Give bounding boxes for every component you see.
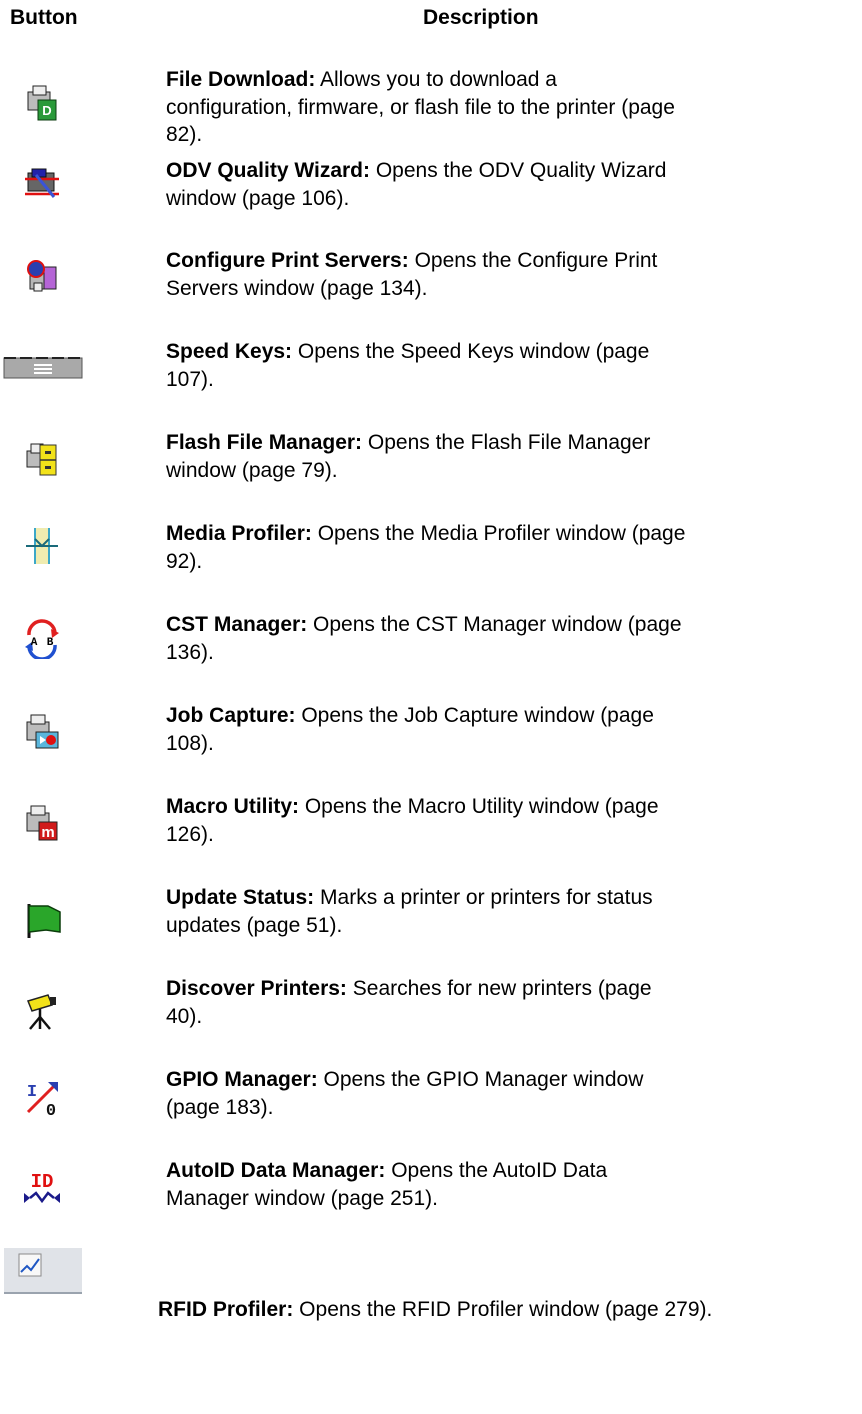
row-title: GPIO Manager:: [166, 1068, 318, 1091]
svg-text:I: I: [27, 1083, 37, 1102]
row-description: Job Capture: Opens the Job Capture windo…: [166, 704, 654, 755]
autoid-data-manager-icon[interactable]: ID: [22, 1169, 62, 1209]
row-description: Flash File Manager: Opens the Flash File…: [166, 431, 651, 482]
row-description: GPIO Manager: Opens the GPIO Manager win…: [166, 1068, 644, 1119]
row-description: Macro Utility: Opens the Macro Utility w…: [166, 795, 659, 846]
odv-quality-wizard-icon[interactable]: [22, 163, 62, 203]
row-title: Speed Keys:: [166, 340, 293, 363]
row-description: ODV Quality Wizard: Opens the ODV Qualit…: [166, 159, 667, 210]
row-title: Media Profiler:: [166, 522, 312, 545]
row-description: AutoID Data Manager: Opens the AutoID Da…: [166, 1159, 608, 1210]
svg-text:ID: ID: [31, 1171, 54, 1193]
row-title: Discover Printers:: [166, 977, 347, 1000]
row-title: Job Capture:: [166, 704, 296, 727]
media-profiler-icon[interactable]: [22, 526, 62, 566]
row-description: Media Profiler: Opens the Media Profiler…: [166, 522, 686, 573]
row-description: RFID Profiler: Opens the RFID Profiler w…: [158, 1298, 713, 1321]
row-title: ODV Quality Wizard:: [166, 159, 371, 182]
row-description: Update Status: Marks a printer or printe…: [166, 886, 653, 937]
row-title: AutoID Data Manager:: [166, 1159, 386, 1182]
file-download-icon[interactable]: D: [22, 82, 62, 122]
macro-utility-icon[interactable]: m: [22, 803, 62, 843]
row-title: RFID Profiler:: [158, 1298, 294, 1321]
row-description: CST Manager: Opens the CST Manager windo…: [166, 613, 682, 664]
job-capture-icon[interactable]: [22, 712, 62, 752]
update-status-icon[interactable]: [24, 900, 64, 940]
gpio-manager-icon[interactable]: I 0: [22, 1078, 62, 1118]
header-button: Button: [10, 6, 78, 29]
header-description: Description: [423, 6, 539, 29]
cst-manager-icon[interactable]: A B: [22, 619, 62, 659]
svg-text:B: B: [47, 637, 54, 649]
flash-file-manager-icon[interactable]: [22, 439, 62, 479]
row-title: Macro Utility:: [166, 795, 300, 818]
row-title: CST Manager:: [166, 613, 308, 636]
svg-text:D: D: [42, 103, 51, 118]
row-title: Update Status:: [166, 886, 315, 909]
row-description: Speed Keys: Opens the Speed Keys window …: [166, 340, 650, 391]
discover-printers-icon[interactable]: [22, 991, 62, 1031]
row-description: Configure Print Servers: Opens the Confi…: [166, 249, 658, 300]
row-description: Discover Printers: Searches for new prin…: [166, 977, 652, 1028]
svg-text:A: A: [31, 637, 38, 649]
svg-text:m: m: [41, 824, 54, 841]
row-title: Configure Print Servers:: [166, 249, 409, 272]
row-title: Flash File Manager:: [166, 431, 363, 454]
svg-text:0: 0: [46, 1102, 56, 1118]
row-title: File Download:: [166, 68, 316, 91]
configure-print-servers-icon[interactable]: [22, 257, 62, 297]
rfid-profiler-icon[interactable]: [4, 1248, 82, 1296]
row-description: File Download: Allows you to download a …: [166, 68, 675, 146]
speed-keys-icon[interactable]: [3, 356, 83, 380]
